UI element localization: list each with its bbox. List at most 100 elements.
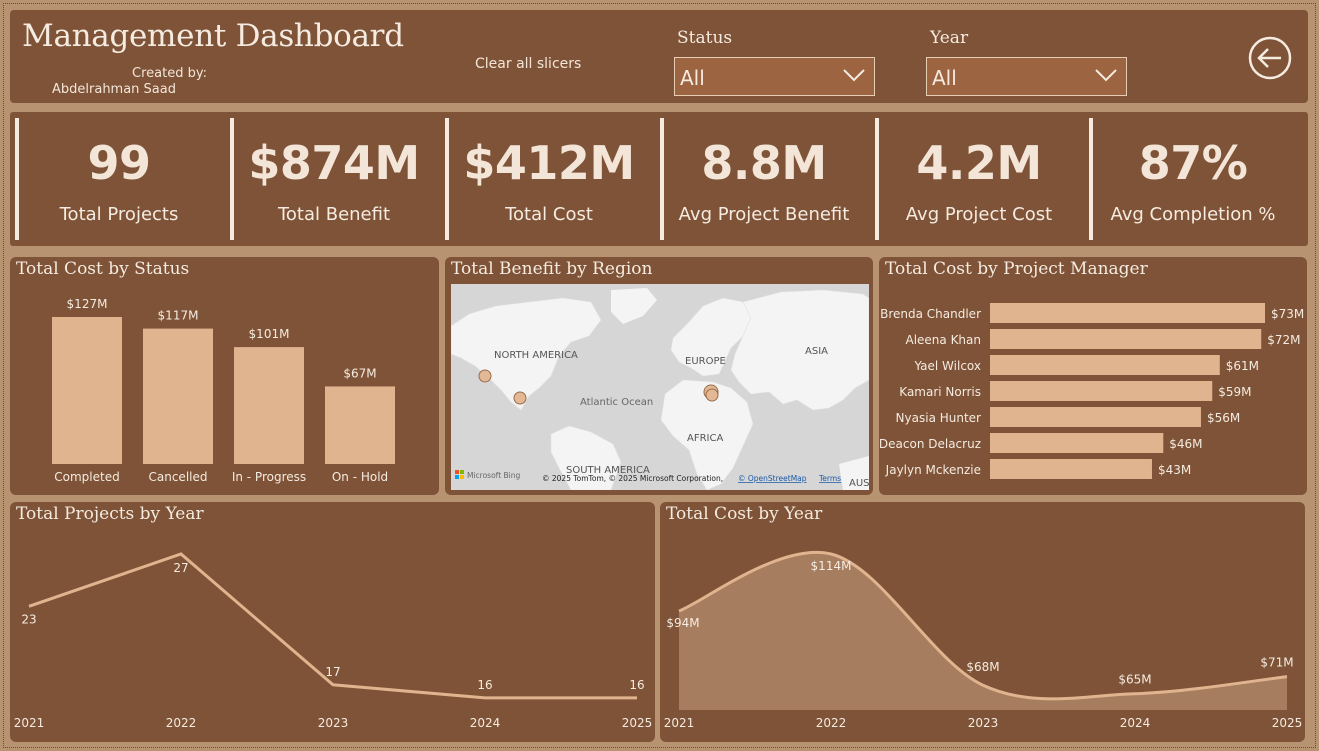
bar-data-label: $101M: [249, 327, 290, 341]
line-data-label: 16: [477, 678, 492, 692]
category-label: On - Hold: [332, 470, 388, 484]
kpi-value: 87%: [1138, 136, 1248, 190]
area-data-label: $65M: [1118, 673, 1151, 687]
manager-bar: [990, 407, 1201, 427]
bing-logo-text: Microsoft Bing: [467, 471, 520, 480]
bar-data-label: $59M: [1218, 385, 1251, 399]
line-data-label: 16: [629, 678, 644, 692]
kpi-strip: 99 Total Projects $874M Total Benefit $4…: [10, 112, 1308, 246]
bar-data-label: $73M: [1271, 307, 1304, 321]
cost-by-status-panel: Total Cost by Status $127M Completed $117M…: [10, 257, 439, 495]
bar-data-label: $72M: [1267, 333, 1300, 347]
map-terms-link[interactable]: Terms: [818, 474, 841, 483]
area-data-label: $94M: [666, 616, 699, 630]
x-tick-label: 2023: [968, 716, 999, 730]
status-bar: [52, 317, 122, 464]
bar-data-label: $61M: [1226, 359, 1259, 373]
kpi-card-total-cost: $412M Total Cost: [445, 118, 649, 240]
status-bar: [325, 386, 395, 464]
cost-by-status-chart: $127M Completed $117M Cancelled $101M In - Pr…: [52, 297, 395, 484]
projects-by-year-panel: Total Projects by Year 23 2021 27 2022 17 202…: [10, 502, 655, 742]
bar-data-label: $46M: [1169, 437, 1202, 451]
page-title: Management Dashboard: [22, 18, 404, 54]
category-label: Cancelled: [149, 470, 208, 484]
microsoft-logo-icon: [460, 475, 464, 479]
kpi-label: Avg Project Benefit: [678, 204, 850, 225]
microsoft-logo-icon: [460, 470, 464, 474]
cost-by-manager-chart: Brenda Chandler $73M Aleena Khan $72M Yael W…: [879, 303, 1304, 479]
clear-slicers-button[interactable]: Clear all slicers: [475, 56, 581, 72]
area-data-label: $71M: [1260, 656, 1293, 670]
status-slicer-label: Status: [677, 28, 733, 48]
map-bubble[interactable]: [513, 391, 527, 405]
year-slicer-value: All: [932, 66, 957, 90]
kpi-label: Avg Completion %: [1110, 204, 1276, 225]
x-tick-label: 2024: [470, 716, 501, 730]
author-name: Abdelrahman Saad: [52, 82, 176, 97]
bar-data-label: $43M: [1158, 463, 1191, 477]
kpi-value: 8.8M: [701, 136, 827, 190]
x-tick-label: 2021: [664, 716, 695, 730]
kpi-value: $874M: [248, 136, 420, 190]
status-bar: [234, 347, 304, 464]
kpi-value: 4.2M: [916, 136, 1042, 190]
manager-bar: [990, 329, 1262, 349]
status-slicer-dropdown[interactable]: All: [674, 57, 875, 96]
x-tick-label: 2024: [1120, 716, 1151, 730]
x-tick-label: 2021: [14, 716, 45, 730]
manager-bar: [990, 459, 1152, 479]
region-map[interactable]: NORTH AMERICA EUROPE ASIA Atlantic Ocean…: [451, 284, 869, 490]
category-label: In - Progress: [232, 470, 306, 484]
x-tick-label: 2022: [166, 716, 197, 730]
map-label-africa: AFRICA: [687, 433, 723, 444]
manager-label: Yael Wilcox: [913, 359, 981, 373]
kpi-label: Total Projects: [59, 204, 179, 225]
x-tick-label: 2025: [622, 716, 653, 730]
cost-by-year-panel: Total Cost by Year $94M 2021 $114M 2022 $68M…: [660, 502, 1305, 742]
area-data-label: $114M: [811, 559, 852, 573]
manager-label: Brenda Chandler: [880, 307, 981, 321]
kpi-value: 99: [87, 136, 151, 190]
chart-title: Total Benefit by Region: [451, 259, 653, 279]
manager-label: Aleena Khan: [905, 333, 981, 347]
arrow-left-circle-icon[interactable]: [1248, 36, 1292, 80]
cost-by-year-chart: $94M 2021 $114M 2022 $68M 2023 $65M 2024 $71M 202…: [664, 550, 1302, 730]
line-data-label: 23: [21, 612, 36, 626]
chevron-down-icon: [843, 69, 865, 82]
map-label-north-america: NORTH AMERICA: [494, 350, 578, 361]
bar-data-label: $67M: [343, 366, 376, 380]
year-slicer-label: Year: [930, 28, 969, 48]
line-data-label: 17: [325, 665, 340, 679]
kpi-card-avg-project-benefit: 8.8M Avg Project Benefit: [660, 118, 864, 240]
map-label-europe: EUROPE: [685, 356, 726, 367]
projects-by-year-chart: 23 2021 27 2022 17 2023 16 2024 16 2025: [14, 552, 653, 730]
manager-label: Jaylyn Mckenzie: [885, 463, 981, 477]
kpi-card-avg-project-cost: 4.2M Avg Project Cost: [875, 118, 1079, 240]
bar-data-label: $127M: [67, 297, 108, 311]
chevron-down-icon: [1095, 69, 1117, 82]
kpi-card-total-projects: 99 Total Projects: [15, 118, 219, 240]
line-data-label: 27: [173, 561, 188, 575]
status-slicer-value: All: [680, 66, 705, 90]
category-label: Completed: [54, 470, 119, 484]
microsoft-logo-icon: [455, 475, 459, 479]
x-tick-label: 2022: [816, 716, 847, 730]
manager-label: Kamari Norris: [899, 385, 981, 399]
kpi-card-total-benefit: $874M Total Benefit: [230, 118, 434, 240]
header-bar: Management Dashboard Created by: Abdelra…: [10, 10, 1308, 103]
created-by-label: Created by:: [132, 66, 207, 81]
cost-by-manager-panel: Total Cost by Project Manager Brenda Cha…: [879, 257, 1307, 495]
manager-bar: [990, 433, 1164, 453]
manager-label: Deacon Delacruz: [879, 437, 981, 451]
year-slicer-dropdown[interactable]: All: [926, 57, 1127, 96]
map-label-asia: ASIA: [805, 346, 828, 357]
openstreetmap-link[interactable]: © OpenStreetMap: [738, 474, 807, 483]
map-label-aus: AUS: [849, 478, 869, 489]
manager-bar: [990, 381, 1213, 401]
map-bubble[interactable]: [478, 369, 492, 383]
bar-data-label: $117M: [158, 309, 199, 323]
manager-bar: [990, 303, 1265, 323]
kpi-label: Avg Project Cost: [905, 204, 1053, 225]
map-label-atlantic: Atlantic Ocean: [580, 397, 653, 408]
map-bubble[interactable]: [705, 388, 719, 402]
